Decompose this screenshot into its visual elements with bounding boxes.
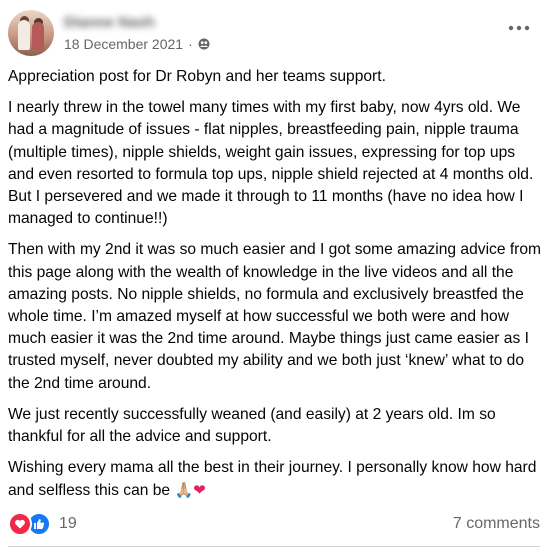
facebook-post: Dianne Nash 18 December 2021 · Appreciat… <box>0 0 550 559</box>
post-footer: 19 7 comments <box>8 512 540 536</box>
post-paragraph: We just recently successfully weaned (an… <box>8 405 496 446</box>
author-name[interactable]: Dianne Nash <box>64 14 210 32</box>
comments-count-link[interactable]: 7 comments <box>453 515 540 533</box>
reaction-count[interactable]: 19 <box>59 515 77 533</box>
separator-dot: · <box>188 36 193 52</box>
post-date[interactable]: 18 December 2021 <box>64 36 183 52</box>
post-body: Appreciation post for Dr Robyn and her t… <box>8 66 542 512</box>
praying-hands-emoji: 🙏🏼 <box>174 481 194 500</box>
post-dateline: 18 December 2021 · <box>64 36 210 52</box>
red-heart-emoji: ❤ <box>193 481 206 500</box>
avatar[interactable] <box>8 10 54 56</box>
closing-text: Wishing every mama all the best in their… <box>8 459 537 500</box>
post-header: Dianne Nash 18 December 2021 · <box>8 10 210 56</box>
footer-divider <box>8 546 540 547</box>
more-options-icon[interactable] <box>508 24 530 32</box>
post-paragraph: Then with my 2nd it was so much easier a… <box>8 241 542 392</box>
reactions-summary[interactable]: 19 <box>8 512 77 536</box>
love-reaction-icon[interactable] <box>8 512 32 536</box>
friends-icon[interactable] <box>198 38 210 50</box>
post-paragraph: Appreciation post for Dr Robyn and her t… <box>8 68 386 85</box>
post-paragraph: I nearly threw in the towel many times w… <box>8 99 534 228</box>
post-meta: Dianne Nash 18 December 2021 · <box>64 14 210 52</box>
post-paragraph-closing: Wishing every mama all the best in their… <box>8 457 542 502</box>
